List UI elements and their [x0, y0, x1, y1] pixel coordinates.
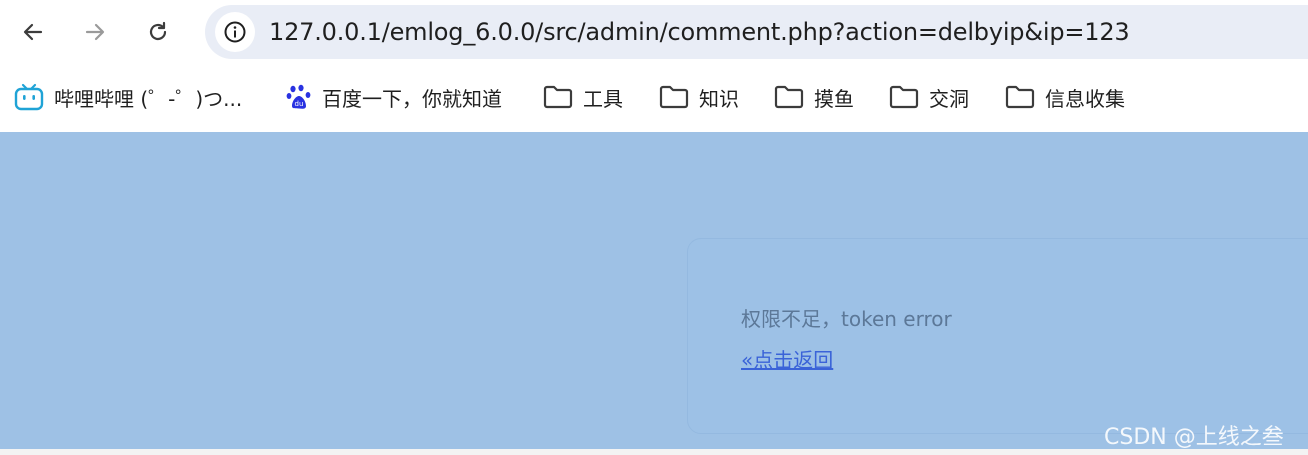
url-text[interactable]: 127.0.0.1/emlog_6.0.0/src/admin/comment.…	[269, 18, 1130, 46]
folder-icon	[889, 85, 919, 109]
folder-icon	[1005, 85, 1035, 109]
site-info-button[interactable]	[215, 12, 255, 52]
back-button[interactable]	[13, 12, 53, 52]
back-link[interactable]: «点击返回	[741, 344, 833, 373]
info-icon	[224, 21, 246, 43]
reload-icon	[149, 21, 167, 41]
bookmark-bilibili[interactable]: 哔哩哔哩 (゜-゜)つ...	[14, 82, 242, 112]
bookmark-label: 交洞	[929, 86, 969, 111]
reload-button[interactable]	[138, 12, 178, 52]
bookmark-label: 工具	[583, 86, 623, 111]
bookmark-folder-info-gathering[interactable]: 信息收集	[1005, 82, 1125, 112]
error-message: 权限不足，token error	[741, 307, 952, 331]
bottom-strip	[0, 449, 1308, 455]
bookmark-folder-tools[interactable]: 工具	[543, 82, 623, 112]
watermark: CSDN @上线之叁	[1104, 425, 1284, 450]
bookmark-baidu[interactable]: du 百度一下，你就知道	[286, 82, 502, 112]
folder-icon	[543, 85, 573, 109]
bookmarks-bar: 哔哩哔哩 (゜-゜)つ... du 百度一下，你就知道 工具 知识 摸鱼 交洞 …	[0, 64, 1308, 132]
bookmark-folder-slacking[interactable]: 摸鱼	[774, 82, 854, 112]
error-message-box: 权限不足，token error «点击返回	[687, 238, 1308, 434]
bookmark-label: 百度一下，你就知道	[322, 86, 502, 111]
folder-icon	[659, 85, 689, 109]
address-bar[interactable]: 127.0.0.1/emlog_6.0.0/src/admin/comment.…	[205, 5, 1308, 59]
bookmark-label: 信息收集	[1045, 86, 1125, 111]
browser-toolbar: 127.0.0.1/emlog_6.0.0/src/admin/comment.…	[0, 0, 1308, 64]
bilibili-icon	[14, 83, 44, 111]
svg-text:du: du	[295, 100, 304, 108]
bookmark-folder-vulns[interactable]: 交洞	[889, 82, 969, 112]
bookmark-label: 知识	[699, 86, 739, 111]
bookmark-label: 哔哩哔哩 (゜-゜)つ...	[54, 86, 243, 111]
arrow-left-icon	[23, 23, 43, 41]
bookmark-folder-knowledge[interactable]: 知识	[659, 82, 739, 112]
folder-icon	[774, 85, 804, 109]
bookmark-label: 摸鱼	[814, 86, 854, 111]
forward-button[interactable]	[75, 12, 115, 52]
page-content: 权限不足，token error «点击返回 CSDN @上线之叁	[0, 132, 1308, 450]
baidu-paw-icon: du	[286, 84, 311, 109]
arrow-right-icon	[85, 23, 105, 41]
